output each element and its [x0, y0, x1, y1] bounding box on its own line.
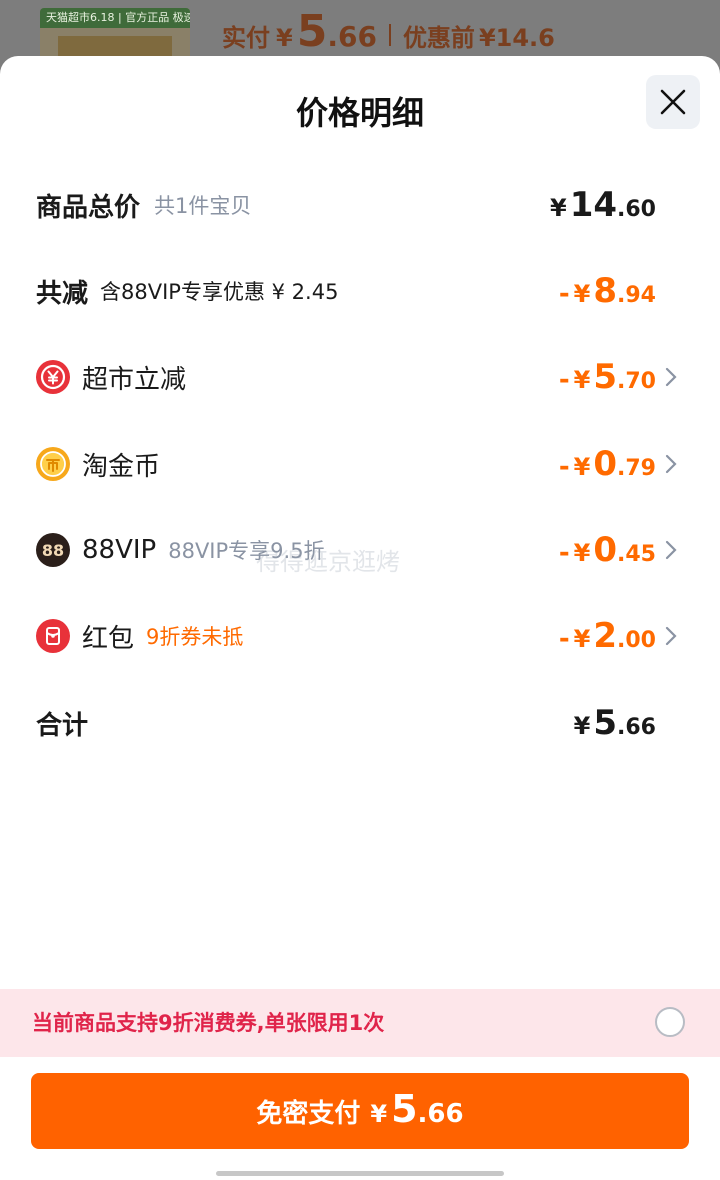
- paid-dec: .66: [327, 20, 377, 53]
- row-label: 红包: [82, 623, 135, 654]
- pay-dec: .66: [417, 1099, 464, 1129]
- close-icon: [660, 89, 686, 115]
- row-label: 88VIP: [82, 535, 157, 565]
- chevron-right-icon: [662, 434, 680, 494]
- amount-int: 8: [593, 271, 618, 311]
- close-button[interactable]: [646, 75, 700, 129]
- amount-dec: .00: [617, 628, 656, 653]
- coupon-text: 当前商品支持9折消费券,单张限用1次: [32, 1011, 385, 1035]
- discount-amount: - ¥ 8 .94: [559, 261, 656, 321]
- redpacket-amount: - ¥ 2 .00: [559, 606, 656, 666]
- row-red-packet[interactable]: 红包 9折券未抵 - ¥ 2 .00: [36, 606, 680, 666]
- amount-int: 0: [593, 444, 618, 484]
- row-total-discount: 共减 含88VIP专享优惠 ¥ 2.45 - ¥ 8 .94: [36, 261, 680, 321]
- amount-int: 5: [593, 357, 618, 397]
- vip-amount: - ¥ 0 .45: [559, 520, 656, 580]
- amount-minus: -: [558, 624, 570, 654]
- row-label: 淘金币: [82, 451, 161, 482]
- amount-currency: ¥: [549, 194, 567, 222]
- amount-dec: .66: [617, 715, 656, 740]
- row-supermarket-discount[interactable]: 超市立减 - ¥ 5 .70: [36, 347, 680, 407]
- total-amount: ¥ 14 .60: [550, 175, 656, 235]
- amount-minus: -: [558, 538, 570, 568]
- paid-label: 实付: [222, 24, 270, 52]
- red-packet-icon: [36, 619, 70, 653]
- amount-currency: ¥: [573, 539, 591, 567]
- chevron-right-icon: [662, 347, 680, 407]
- sheet-title: 价格明细: [295, 94, 424, 132]
- amount-minus: -: [558, 452, 570, 482]
- coins-amount: - ¥ 0 .79: [559, 434, 656, 494]
- amount-dec: .70: [617, 369, 656, 394]
- row-sub: 88VIP专享9.5折: [168, 539, 325, 563]
- amount-currency: ¥: [573, 280, 591, 308]
- product-banner: 天猫超市6.18 | 官方正品 极速送达: [40, 8, 190, 28]
- pay-int: 5: [391, 1087, 418, 1131]
- row-sub: 含88VIP专享优惠 ¥ 2.45: [100, 280, 339, 304]
- amount-currency: ¥: [573, 366, 591, 394]
- amount-dec: .60: [617, 197, 656, 222]
- row-label: 合计: [36, 710, 89, 741]
- vip-88-icon: 88: [36, 533, 70, 567]
- row-sub: 共1件宝贝: [154, 194, 252, 218]
- paid-int: 5: [296, 6, 328, 57]
- pay-button[interactable]: 免密支付 ¥ 5 .66: [31, 1073, 689, 1149]
- supermarket-amount: - ¥ 5 .70: [559, 347, 656, 407]
- amount-int: 0: [593, 530, 618, 570]
- amount-dec: .79: [617, 456, 656, 481]
- price-divider: [388, 24, 391, 46]
- amount-dec: .45: [617, 542, 656, 567]
- amount-minus: -: [558, 279, 570, 309]
- amount-currency: ¥: [573, 712, 591, 740]
- pay-label: 免密支付: [256, 1099, 361, 1129]
- row-total-price: 商品总价 共1件宝贝 ¥ 14 .60: [36, 175, 680, 235]
- row-sum: 合计 ¥ 5 .66: [36, 693, 680, 753]
- coupon-bar: 当前商品支持9折消费券,单张限用1次: [0, 989, 720, 1057]
- chevron-right-icon: [662, 520, 680, 580]
- row-label: 共减: [36, 278, 89, 309]
- coupon-radio[interactable]: [655, 1007, 685, 1037]
- row-sub: 9折券未抵: [146, 625, 244, 649]
- row-label: 超市立减: [82, 364, 187, 395]
- original-price: ¥14.6: [478, 24, 555, 52]
- price-detail-sheet: 价格明细 商品总价 共1件宝贝 ¥ 14 .60 共减 含88VIP专享优惠 ¥…: [0, 56, 720, 1180]
- paid-currency: ¥: [276, 24, 293, 52]
- amount-int: 14: [569, 185, 618, 225]
- chevron-right-icon: [662, 606, 680, 666]
- amount-minus: -: [558, 365, 570, 395]
- yen-coupon-icon: [36, 360, 70, 394]
- pay-currency: ¥: [370, 1100, 388, 1128]
- gold-coin-icon: [36, 447, 70, 481]
- amount-currency: ¥: [573, 625, 591, 653]
- amount-currency: ¥: [573, 453, 591, 481]
- home-indicator: [216, 1171, 504, 1176]
- sum-amount: ¥ 5 .66: [574, 693, 656, 753]
- original-label: 优惠前: [402, 24, 475, 52]
- amount-int: 5: [593, 703, 618, 743]
- row-label: 商品总价: [36, 192, 141, 223]
- amount-dec: .94: [617, 283, 656, 308]
- row-taobao-coins[interactable]: 淘金币 - ¥ 0 .79: [36, 434, 680, 494]
- amount-int: 2: [593, 616, 618, 656]
- row-88vip[interactable]: 88 88VIP 88VIP专享9.5折 - ¥ 0 .45: [36, 520, 680, 580]
